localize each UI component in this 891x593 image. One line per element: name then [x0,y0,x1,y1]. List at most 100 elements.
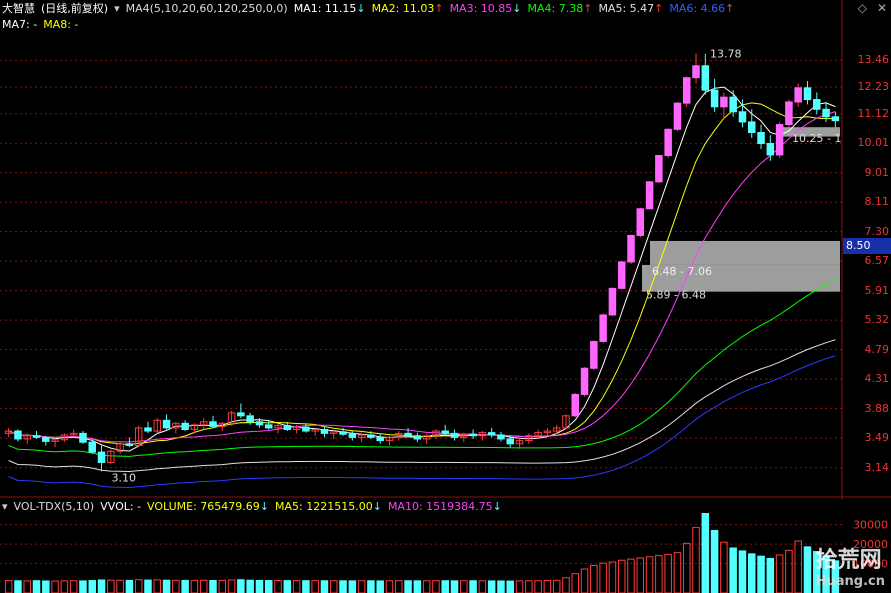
volume-bar [422,580,431,593]
volume-bar [255,579,264,593]
volume-bar [478,580,487,593]
zone-label-top: 10.25 - 1 [792,132,841,145]
volume-bar [190,579,199,593]
volume-bar [645,556,654,593]
candle [441,430,449,434]
volume-bar [134,579,143,593]
volume-bar [617,559,626,593]
y-tick-label: 3.88 [864,401,890,415]
volume-bar [144,579,152,593]
volume-bar [218,579,227,593]
candle [144,427,152,432]
volume-bar [88,580,96,593]
volume-bar [748,553,756,593]
price-chart[interactable]: 13.78 3.10 10.25 - 1 6.48 - 7.06 5.89 - 6.48 [0,0,891,500]
volume-bar [803,546,812,593]
candle [497,434,505,440]
volume-bar [441,580,449,593]
volume-bar [432,580,440,593]
candle [79,432,87,443]
volume-bar [785,549,793,593]
candle [376,436,384,442]
volume-bar [497,580,505,593]
volume-bar [181,579,189,593]
volume-bar [302,580,310,593]
candle [785,101,793,126]
volume-bar [534,580,542,593]
volume-bar [590,565,598,593]
candle [710,89,719,108]
volume-bar [199,579,208,593]
candle [794,87,802,103]
volume-chart[interactable]: 300002000010000 [0,513,891,593]
stock-chart-window: 大智慧 (日线,前复权) ▾ MA4(5,10,20,60,120,250,0,… [0,0,891,593]
volume-bar [107,579,115,593]
volume-bar [552,579,561,593]
candle [209,421,217,427]
candle [348,433,357,438]
volume-bar [525,580,533,593]
volume-bar [14,580,22,593]
volume-bar [330,580,338,593]
volume-bar [237,579,245,593]
volume-bar [23,580,31,593]
candle [682,77,691,104]
candle [450,432,459,438]
volume-bar [562,577,570,593]
volume-bar [766,558,775,593]
y-tick-label: 5.32 [864,313,890,327]
volume-bar [4,580,13,593]
volume-bar [162,579,171,593]
volume-bar [42,580,50,593]
candle [748,121,756,134]
y-tick-label: 4.79 [864,342,890,356]
y-tick-label: 11.12 [857,106,890,120]
volume-bar [32,580,41,593]
volume-bar [487,580,496,593]
volume-bar [246,579,254,593]
zone-box [650,240,840,265]
volume-bar [673,552,682,593]
candle [571,393,580,417]
low-annotation: 3.10 [112,471,136,484]
y-tick-label: 5.91 [864,283,890,297]
volume-bar [627,558,635,593]
volume-bar [413,580,422,593]
y-tick-label: 7.30 [864,224,890,238]
y-tick-label: 3.49 [864,431,890,445]
y-tick-label: 9.01 [864,165,890,179]
y-tick-label: 6.57 [864,254,890,268]
volume-bar [395,580,403,593]
candle [590,340,598,369]
candle [367,434,375,438]
candle [42,436,50,442]
volume-bar [367,580,375,593]
candle [32,435,41,438]
candle [636,208,645,236]
volume-bar [460,580,468,593]
volume-bar [125,579,134,593]
high-annotation: 13.78 [710,47,742,60]
volume-bar [655,555,663,593]
volume-bar [404,580,412,593]
volume-bar [97,579,106,593]
candle [664,128,672,157]
volume-bar [515,580,524,593]
candle [181,422,189,430]
y-tick-label: 10.01 [857,136,890,150]
volume-bar [283,580,292,593]
y-tick-label: 13.46 [857,53,890,67]
volume-bar [664,553,672,593]
candle [487,432,496,436]
candle [701,65,710,91]
candle [320,428,329,434]
volume-bar [599,562,607,593]
ma-line-ma5 [8,339,836,473]
candle [506,438,514,445]
volume-bar [710,530,719,593]
candle [14,430,22,440]
candle [645,181,654,210]
volume-bar [729,547,737,593]
volume-bar [311,580,319,593]
volume-bar [376,580,384,593]
